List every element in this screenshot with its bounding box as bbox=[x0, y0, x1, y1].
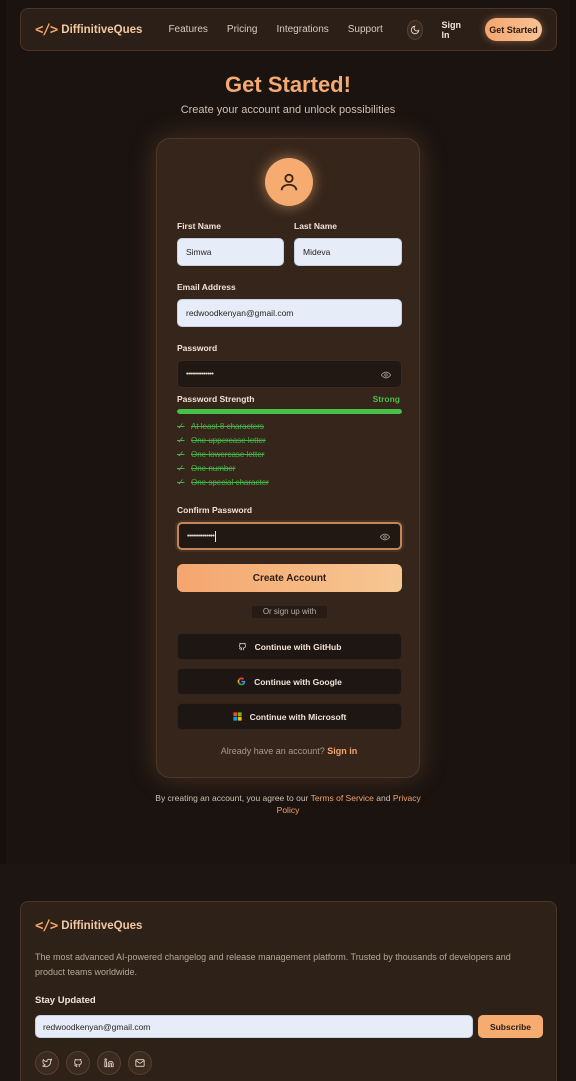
newsletter-email-field[interactable]: redwoodkenyan@gmail.com bbox=[35, 1015, 473, 1038]
github-icon bbox=[238, 642, 246, 651]
email-field[interactable]: redwoodkenyan@gmail.com bbox=[177, 299, 402, 327]
signup-card: First Name Last Name Simwa Mideva Email … bbox=[156, 138, 420, 778]
github-icon bbox=[74, 1058, 82, 1068]
check-icon: ✓ bbox=[177, 449, 185, 459]
requirement-item: ✓ One uppercase letter bbox=[177, 435, 266, 446]
theme-toggle-button[interactable] bbox=[406, 19, 424, 40]
subscribe-button[interactable]: Subscribe bbox=[478, 1015, 543, 1038]
nav-sign-in-link[interactable]: Sign In bbox=[441, 20, 465, 40]
avatar bbox=[265, 158, 313, 206]
terms-prefix: By creating an account, you agree to our bbox=[155, 793, 309, 803]
mail-link[interactable] bbox=[128, 1051, 152, 1075]
password-label: Password bbox=[177, 343, 218, 353]
already-text: Already have an account? bbox=[220, 746, 325, 756]
microsoft-signup-button[interactable]: Continue with Microsoft bbox=[177, 703, 402, 730]
linkedin-link[interactable] bbox=[97, 1051, 121, 1075]
twitter-link[interactable] bbox=[35, 1051, 59, 1075]
google-signup-button[interactable]: Continue with Google bbox=[177, 668, 402, 695]
password-strength-label: Password Strength bbox=[177, 394, 255, 404]
eye-icon[interactable] bbox=[381, 370, 391, 380]
sign-in-link[interactable]: Sign in bbox=[327, 746, 357, 756]
user-icon bbox=[280, 173, 298, 191]
confirm-password-label: Confirm Password bbox=[177, 505, 253, 515]
code-logo-icon: </> bbox=[35, 21, 58, 38]
nav-get-started-button[interactable]: Get Started bbox=[484, 18, 542, 41]
create-account-button[interactable]: Create Account bbox=[177, 564, 402, 592]
requirement-text: At least 8 characters bbox=[191, 422, 264, 431]
mail-icon bbox=[135, 1059, 145, 1067]
terms-of-service-link[interactable]: Terms of Service bbox=[311, 793, 374, 803]
requirement-text: One lowercase letter bbox=[191, 450, 265, 459]
email-value: redwoodkenyan@gmail.com bbox=[186, 308, 294, 318]
password-strength-fill bbox=[177, 409, 402, 414]
last-name-label: Last Name bbox=[294, 221, 337, 231]
brand-logo[interactable]: </> DiffinitiveQues bbox=[35, 22, 142, 38]
terms-notice: By creating an account, you agree to our… bbox=[150, 792, 426, 816]
email-label: Email Address bbox=[177, 282, 236, 292]
footer-brand-logo[interactable]: </> DiffinitiveQues bbox=[35, 918, 142, 934]
linkedin-icon bbox=[104, 1058, 114, 1068]
confirm-password-value: •••••••••••••• bbox=[187, 532, 215, 540]
eye-icon[interactable] bbox=[380, 532, 390, 542]
brand-name: DiffinitiveQues bbox=[61, 23, 143, 36]
nav-link-support[interactable]: Support bbox=[348, 24, 383, 35]
newsletter-email-value: redwoodkenyan@gmail.com bbox=[43, 1021, 151, 1032]
last-name-value: Mideva bbox=[303, 247, 331, 257]
first-name-value: Simwa bbox=[186, 247, 212, 257]
stay-updated-heading: Stay Updated bbox=[35, 995, 96, 1006]
top-navbar: </> DiffinitiveQues Features Pricing Int… bbox=[20, 8, 557, 51]
password-field[interactable]: •••••••••••••• bbox=[177, 360, 402, 388]
moon-icon bbox=[410, 25, 420, 34]
microsoft-icon bbox=[232, 712, 242, 721]
microsoft-button-label: Continue with Microsoft bbox=[249, 711, 347, 722]
github-link[interactable] bbox=[66, 1051, 90, 1075]
password-strength-value: Strong bbox=[372, 394, 400, 404]
already-have-account: Already have an account? Sign in bbox=[157, 746, 421, 756]
requirement-item: ✓ One special character bbox=[177, 477, 269, 488]
page-subtitle: Create your account and unlock possibili… bbox=[180, 104, 396, 116]
social-links bbox=[35, 1051, 152, 1075]
password-value: •••••••••••••• bbox=[186, 370, 214, 378]
google-button-label: Continue with Google bbox=[254, 676, 342, 687]
first-name-field[interactable]: Simwa bbox=[177, 238, 284, 266]
requirement-text: One number bbox=[191, 464, 236, 473]
github-button-label: Continue with GitHub bbox=[254, 641, 342, 652]
text-cursor bbox=[215, 530, 217, 542]
password-strength-bar bbox=[177, 409, 402, 414]
nav-links: Features Pricing Integrations Support bbox=[168, 24, 382, 35]
nav-link-pricing[interactable]: Pricing bbox=[227, 24, 258, 35]
nav-link-features[interactable]: Features bbox=[168, 24, 207, 35]
last-name-field[interactable]: Mideva bbox=[294, 238, 402, 266]
requirement-text: One uppercase letter bbox=[191, 436, 266, 445]
twitter-icon bbox=[42, 1058, 52, 1068]
footer-description: The most advanced AI-powered changelog a… bbox=[35, 952, 511, 977]
check-icon: ✓ bbox=[177, 463, 185, 473]
footer-brand-name: DiffinitiveQues bbox=[61, 920, 143, 932]
footer: </> DiffinitiveQues The most advanced AI… bbox=[20, 901, 557, 1081]
requirement-item: ✓ At least 8 characters bbox=[177, 421, 264, 432]
check-icon: ✓ bbox=[177, 421, 185, 431]
check-icon: ✓ bbox=[177, 477, 185, 487]
requirement-item: ✓ One number bbox=[177, 463, 235, 474]
confirm-password-field[interactable]: •••••••••••••• bbox=[177, 522, 402, 550]
check-icon: ✓ bbox=[177, 435, 185, 445]
github-signup-button[interactable]: Continue with GitHub bbox=[177, 633, 402, 660]
terms-and: and bbox=[376, 793, 391, 803]
google-icon bbox=[237, 677, 246, 686]
first-name-label: First Name bbox=[177, 221, 221, 231]
or-divider-text: Or sign up with bbox=[252, 606, 327, 618]
requirement-text: One special character bbox=[191, 478, 269, 487]
code-logo-icon: </> bbox=[35, 918, 58, 934]
requirement-item: ✓ One lowercase letter bbox=[177, 449, 264, 460]
nav-link-integrations[interactable]: Integrations bbox=[277, 24, 329, 35]
page-title: Get Started! bbox=[225, 72, 351, 97]
